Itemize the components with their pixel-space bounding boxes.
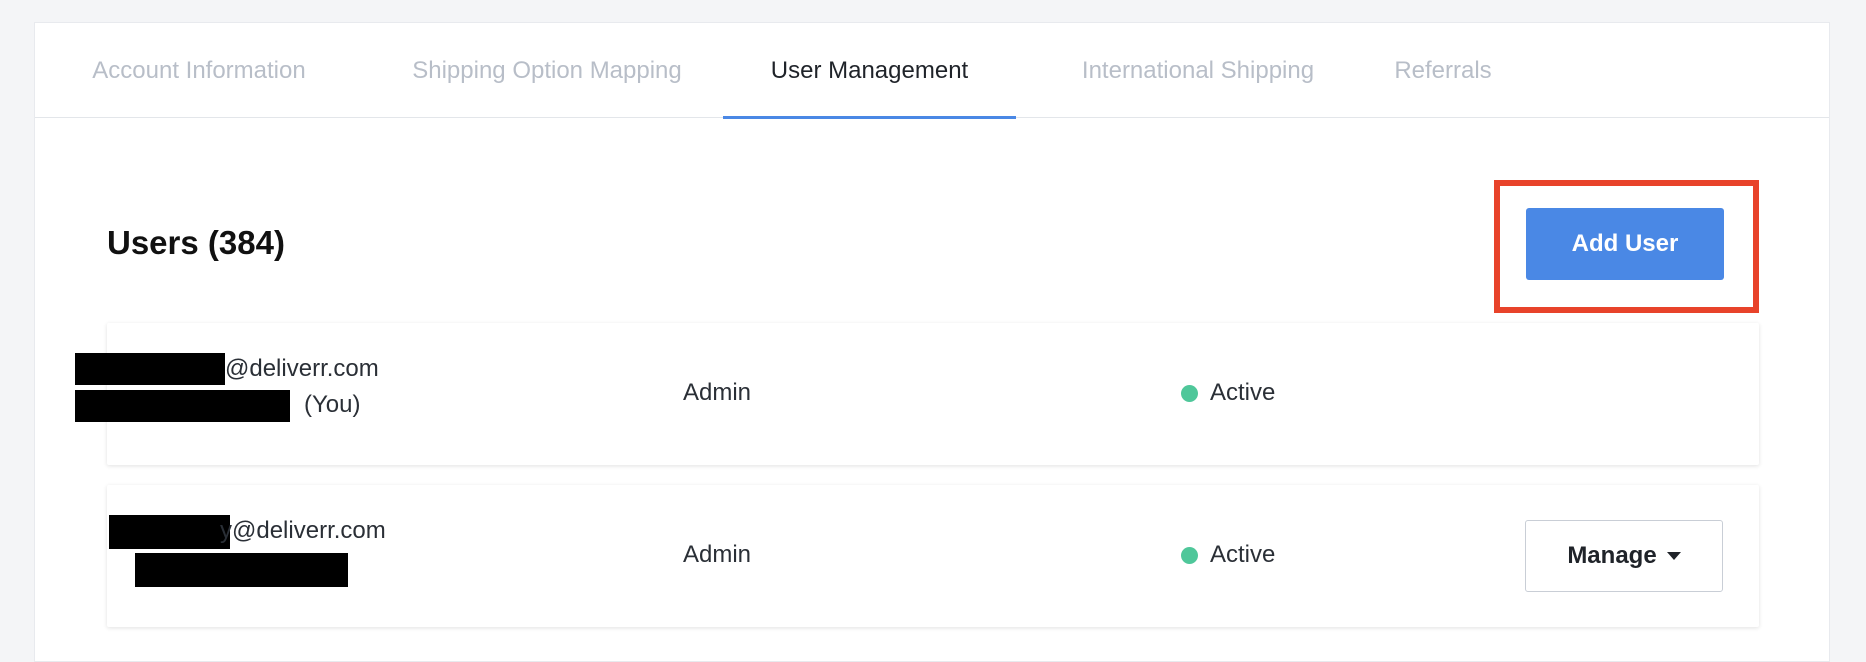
tab-international-shipping[interactable]: International Shipping <box>1057 23 1339 118</box>
manage-button-label: Manage <box>1567 542 1657 569</box>
redacted-user-name <box>135 553 348 587</box>
settings-tabs: Account Information Shipping Option Mapp… <box>35 23 1829 119</box>
user-role: Admin <box>683 379 752 406</box>
status-dot-icon <box>1181 384 1198 402</box>
redacted-email-prefix <box>75 353 225 385</box>
user-email: @deliverr.com <box>225 355 379 382</box>
active-tab-indicator <box>723 116 1016 119</box>
settings-card: Account Information Shipping Option Mapp… <box>34 22 1830 662</box>
user-role: Admin <box>683 541 752 568</box>
redacted-email-prefix <box>109 515 230 549</box>
tab-user-management-label: User Management <box>770 57 969 84</box>
user-row: y@deliverr.com Admin Active Manage <box>107 485 1759 627</box>
chevron-down-icon <box>1666 552 1681 560</box>
current-user-label: (You) <box>304 391 361 418</box>
user-status: Active <box>1181 541 1275 569</box>
tab-user-management[interactable]: User Management <box>723 23 1016 119</box>
status-dot-icon <box>1181 546 1198 564</box>
user-row: @deliverr.com (You) Admin Active <box>75 323 1759 465</box>
manage-dropdown-button[interactable]: Manage <box>1525 520 1723 592</box>
tab-referrals[interactable]: Referrals <box>1383 23 1503 118</box>
user-status: Active <box>1181 379 1275 407</box>
tab-shipping-option-mapping[interactable]: Shipping Option Mapping <box>397 23 697 118</box>
page-title: Users (384) <box>107 224 285 261</box>
user-email: y@deliverr.com <box>220 517 386 544</box>
tab-account-information[interactable]: Account Information <box>79 23 319 118</box>
status-label: Active <box>1210 379 1276 406</box>
add-user-button[interactable]: Add User <box>1526 208 1724 280</box>
redacted-user-name <box>75 390 290 422</box>
status-label: Active <box>1210 541 1276 568</box>
